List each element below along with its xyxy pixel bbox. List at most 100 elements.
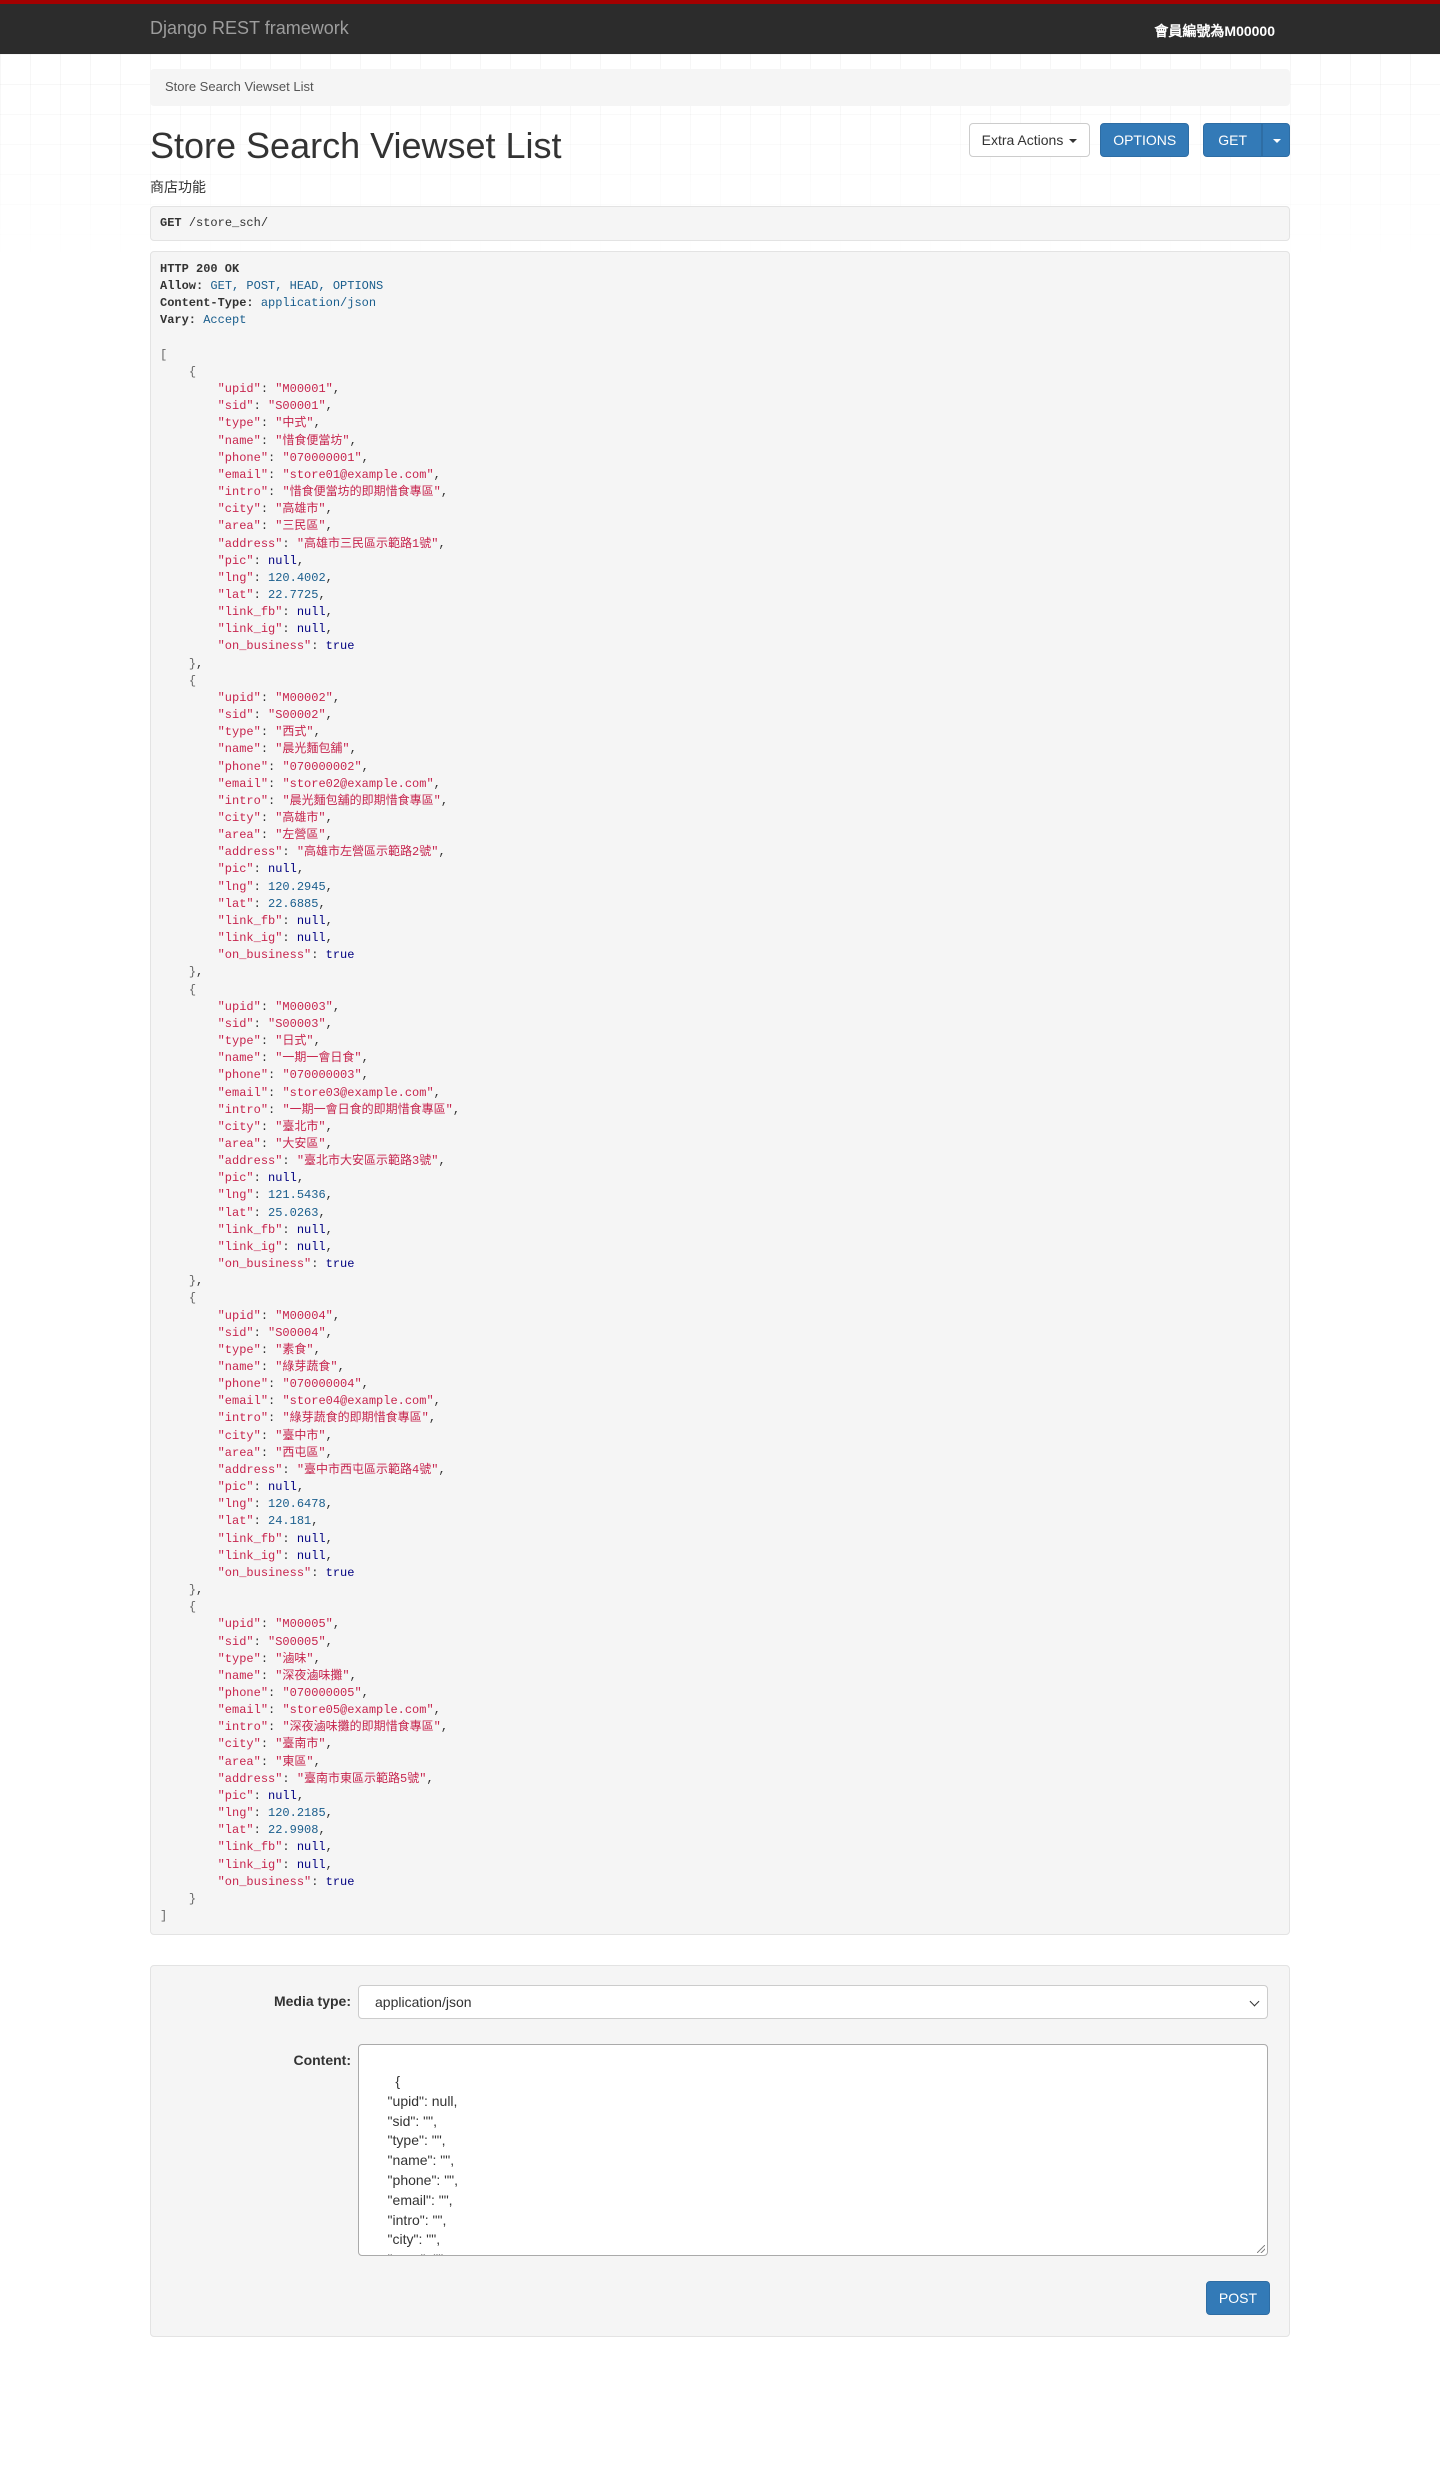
json-value: "S00003" <box>268 1016 326 1031</box>
json-brace: { <box>188 982 197 997</box>
json-key: "intro" <box>217 1102 269 1117</box>
json-value: "高雄市三民區示範路1號" <box>296 536 439 551</box>
json-value: "S00004" <box>268 1325 326 1340</box>
json-key: "on_business" <box>217 1565 312 1580</box>
json-key: "address" <box>217 1771 283 1786</box>
json-value: null <box>296 605 326 620</box>
json-value: "綠芽蔬食" <box>275 1360 338 1374</box>
media-type-select[interactable]: application/json <box>358 1985 1268 2020</box>
json-key: "phone" <box>217 1068 269 1083</box>
json-key: "phone" <box>217 1377 269 1392</box>
json-key: "city" <box>217 502 261 517</box>
json-value: 22.9908 <box>268 1823 319 1838</box>
json-value: null <box>296 1840 326 1855</box>
content-textarea[interactable]: { "upid": null, "sid": "", "type": "", "… <box>358 2044 1268 2257</box>
json-key: "email" <box>217 776 269 791</box>
json-value: "臺中市" <box>275 1428 326 1443</box>
json-key: "address" <box>217 845 283 860</box>
json-value: null <box>296 622 326 637</box>
json-brace: } <box>188 1274 197 1289</box>
get-button[interactable]: GET <box>1203 123 1262 157</box>
json-value: "深夜滷味攤" <box>275 1668 350 1683</box>
json-key: "address" <box>217 1154 283 1169</box>
json-key: "type" <box>217 725 261 740</box>
json-value: "M00004" <box>275 1308 333 1323</box>
json-key: "intro" <box>217 1720 269 1735</box>
media-type-label: Media type: <box>273 1993 351 2010</box>
json-key: "email" <box>217 1394 269 1409</box>
json-value: true <box>325 1565 355 1580</box>
json-key: "area" <box>217 828 261 843</box>
caret-down-icon <box>1273 139 1281 144</box>
json-value: "一期一會日食" <box>275 1051 362 1066</box>
json-value: null <box>296 1857 326 1872</box>
extra-actions-button[interactable]: Extra Actions <box>968 123 1091 157</box>
media-type-value: application/json <box>375 1994 472 2011</box>
json-key: "pic" <box>217 1788 254 1803</box>
content-line: "type": "", <box>372 2132 446 2149</box>
json-key: "name" <box>217 1360 261 1374</box>
navbar: Django REST framework 會員編號為M00000 <box>0 0 1440 54</box>
get-format-dropdown[interactable] <box>1262 123 1290 157</box>
user-menu[interactable]: 會員編號為M00000 <box>1154 21 1275 41</box>
json-value: "日式" <box>275 1034 314 1049</box>
json-key: "sid" <box>217 708 254 723</box>
json-key: "lng" <box>217 570 254 585</box>
json-value: "070000001" <box>282 450 362 465</box>
json-value: "070000002" <box>282 759 362 774</box>
breadcrumb: Store Search Viewset List <box>150 69 1290 106</box>
json-key: "link_fb" <box>217 913 283 928</box>
json-key: "pic" <box>217 862 254 877</box>
content-line: { <box>395 2072 401 2089</box>
json-key: "city" <box>217 811 261 825</box>
post-button[interactable]: POST <box>1205 2281 1270 2316</box>
json-key: "intro" <box>217 485 269 500</box>
response-header-value: GET, POST, HEAD, OPTIONS <box>210 279 384 294</box>
json-value: true <box>325 1874 355 1889</box>
json-value: "西式" <box>275 725 314 740</box>
json-brace: } <box>188 1891 197 1906</box>
json-key: "upid" <box>217 999 261 1014</box>
json-value: 25.0263 <box>268 1205 319 1220</box>
json-key: "lat" <box>217 587 254 602</box>
json-key: "link_ig" <box>217 622 283 637</box>
json-value: "西屯區" <box>275 1445 326 1460</box>
json-value: "臺南市東區示範路5號" <box>296 1771 427 1786</box>
json-key: "lng" <box>217 1806 254 1821</box>
json-value: 120.2945 <box>268 879 326 894</box>
json-bracket: [ <box>160 347 168 362</box>
breadcrumb-item[interactable]: Store Search Viewset List <box>165 79 314 94</box>
json-value: 24.181 <box>268 1514 312 1529</box>
response-status: HTTP 200 OK <box>160 262 240 276</box>
json-key: "pic" <box>217 1171 254 1186</box>
json-value: 22.6885 <box>268 896 319 911</box>
json-value: true <box>325 948 355 963</box>
resize-handle-icon[interactable] <box>1257 2245 1265 2254</box>
request-info: GET /store_sch/ <box>150 206 1290 241</box>
content-line: "intro": "", <box>372 2211 447 2228</box>
request-method: GET <box>160 216 182 230</box>
json-key: "on_business" <box>217 948 312 963</box>
json-value: null <box>268 553 297 568</box>
json-key: "sid" <box>217 399 254 414</box>
post-form: Media type: application/json Content: { … <box>150 1965 1290 2338</box>
json-key: "city" <box>217 1737 261 1752</box>
json-value: null <box>296 1548 326 1563</box>
options-button[interactable]: OPTIONS <box>1100 123 1190 157</box>
json-key: "email" <box>217 1085 269 1100</box>
json-value: null <box>268 1171 297 1186</box>
json-value: null <box>296 931 326 946</box>
content-line: "area": "", <box>372 2251 448 2255</box>
json-key: "type" <box>217 1034 261 1049</box>
json-key: "type" <box>217 1651 261 1666</box>
json-key: "link_ig" <box>217 1857 283 1872</box>
json-brace: { <box>188 1600 197 1615</box>
json-value: "惜食便當坊的即期惜食專區" <box>282 485 441 500</box>
page-description: 商店功能 <box>150 179 206 195</box>
json-key: "phone" <box>217 450 269 465</box>
json-value: 121.5436 <box>268 1188 326 1203</box>
json-value: 120.6478 <box>268 1497 326 1512</box>
json-value: "070000003" <box>282 1068 362 1083</box>
json-key: "upid" <box>217 690 261 705</box>
brand-link[interactable]: Django REST framework <box>150 18 349 39</box>
